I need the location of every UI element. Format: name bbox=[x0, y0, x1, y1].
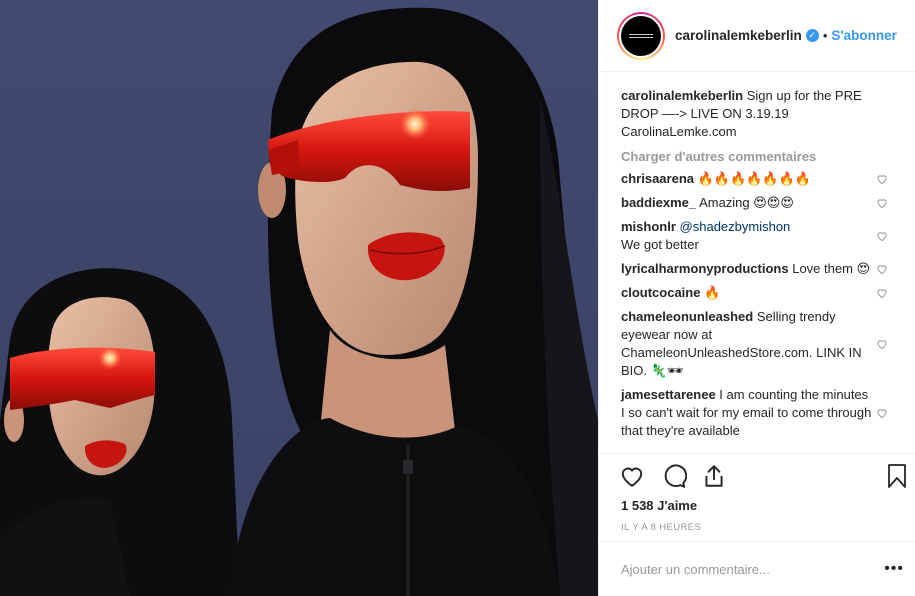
follow-button[interactable]: S'abonner bbox=[831, 28, 896, 43]
header-separator: • bbox=[822, 28, 828, 43]
comment-username[interactable]: lyricalharmonyproductions bbox=[621, 261, 789, 276]
comment-like-heart-icon[interactable] bbox=[876, 230, 888, 242]
post-timestamp: IL Y A 8 HEURES bbox=[621, 522, 702, 533]
comment-mention-link[interactable]: @shadezbymishon bbox=[680, 219, 791, 234]
post-image[interactable] bbox=[0, 0, 598, 596]
post-photo-illustration bbox=[0, 7, 598, 596]
load-more-comments-button[interactable]: Charger d'autres commentaires bbox=[621, 149, 898, 164]
comment-text: 🔥 bbox=[704, 285, 721, 300]
header-username[interactable]: carolinalemkeberlin bbox=[675, 28, 802, 43]
comment-like-heart-icon[interactable] bbox=[876, 173, 888, 185]
avatar[interactable] bbox=[617, 11, 665, 60]
bookmark-icon[interactable] bbox=[885, 463, 909, 489]
verified-badge-icon: ✓ bbox=[805, 29, 819, 42]
comment-username[interactable]: baddiexme_ bbox=[621, 195, 696, 210]
comment-icon[interactable] bbox=[661, 463, 687, 489]
comment-item: jamesettarenee I am counting the minutes… bbox=[621, 386, 898, 440]
more-options-button[interactable]: ••• bbox=[884, 560, 904, 578]
comment-like-heart-icon[interactable] bbox=[876, 338, 888, 350]
add-comment-bar: ••• bbox=[599, 541, 915, 596]
heart-icon[interactable] bbox=[619, 463, 645, 489]
comment-text: Amazing 😍😍😍 bbox=[699, 195, 794, 210]
comment-item: chrisaarena 🔥🔥🔥🔥🔥🔥🔥 bbox=[621, 170, 898, 188]
post-caption: carolinalemkeberlin Sign up for the PRE … bbox=[621, 87, 898, 141]
comment-like-heart-icon[interactable] bbox=[876, 407, 888, 419]
comment-item: chameleonunleashed Selling trendy eyewea… bbox=[621, 308, 898, 380]
caption-username[interactable]: carolinalemkeberlin bbox=[621, 88, 743, 103]
comment-item: mishonlr @shadezbymishon We got better bbox=[621, 218, 898, 254]
comment-username[interactable]: chrisaarena bbox=[621, 171, 694, 186]
post-header: carolinalemkeberlin ✓ • S'abonner bbox=[599, 0, 915, 72]
comment-item: lyricalharmonyproductions Love them 😍 bbox=[621, 260, 898, 278]
comment-username[interactable]: chameleonunleashed bbox=[621, 309, 753, 324]
comment-text: Love them 😍 bbox=[792, 261, 871, 276]
comment-username[interactable]: jamesettarenee bbox=[621, 387, 716, 402]
comment-like-heart-icon[interactable] bbox=[876, 287, 888, 299]
comment-text: 🔥🔥🔥🔥🔥🔥🔥 bbox=[697, 171, 811, 186]
comment-like-heart-icon[interactable] bbox=[876, 197, 888, 209]
comment-username[interactable]: cloutcocaine bbox=[621, 285, 700, 300]
comment-item: cloutcocaine 🔥 bbox=[621, 284, 898, 302]
likes-count[interactable]: 1 538 J'aime bbox=[621, 498, 697, 513]
add-comment-input[interactable] bbox=[621, 561, 885, 577]
share-icon[interactable] bbox=[701, 463, 727, 489]
comments-list[interactable]: carolinalemkeberlin Sign up for the PRE … bbox=[599, 73, 915, 453]
comment-like-heart-icon[interactable] bbox=[876, 263, 888, 275]
comment-item: baddiexme_ Amazing 😍😍😍 bbox=[621, 194, 898, 212]
post-side-panel: carolinalemkeberlin ✓ • S'abonner caroli… bbox=[598, 0, 915, 596]
post-actions-bar bbox=[599, 453, 915, 493]
comment-username[interactable]: mishonlr bbox=[621, 219, 676, 234]
comment-text: We got better bbox=[621, 237, 699, 252]
